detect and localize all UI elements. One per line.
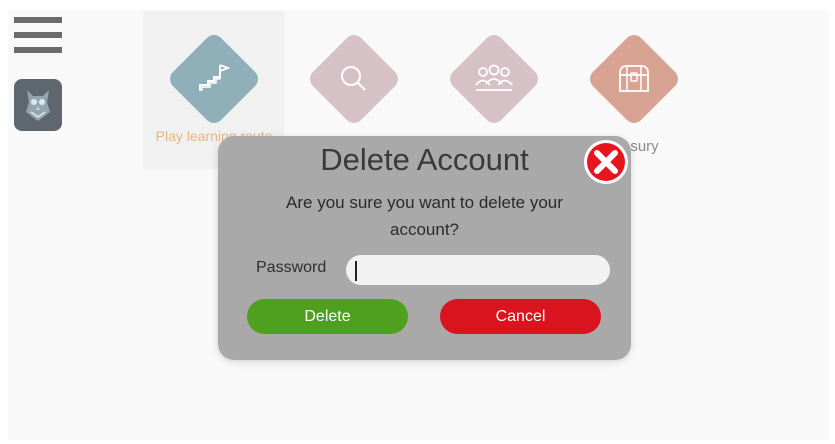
- delete-button[interactable]: Delete: [247, 299, 408, 334]
- owl-avatar-icon[interactable]: [14, 79, 62, 131]
- dialog-title: Delete Account: [320, 142, 529, 177]
- hamburger-menu-icon[interactable]: [14, 17, 62, 57]
- tile-diamond: [445, 30, 543, 128]
- group-icon: [446, 31, 542, 127]
- tile-diamond: [305, 30, 403, 128]
- search-icon: [306, 31, 402, 127]
- tile-label: asury: [622, 138, 659, 155]
- dialog-message: Are you sure you want to delete your acc…: [286, 193, 563, 239]
- close-icon[interactable]: [583, 139, 629, 185]
- cancel-button[interactable]: Cancel: [440, 299, 601, 334]
- tile-diamond: [585, 30, 683, 128]
- delete-account-dialog: Delete Account Are you sure you want to …: [218, 136, 631, 360]
- password-label: Password: [256, 259, 327, 276]
- tile-diamond: [165, 30, 263, 128]
- text-caret: [355, 261, 357, 281]
- password-input[interactable]: [346, 255, 610, 285]
- route-flag-icon: [166, 31, 262, 127]
- treasure-chest-icon: [586, 31, 682, 127]
